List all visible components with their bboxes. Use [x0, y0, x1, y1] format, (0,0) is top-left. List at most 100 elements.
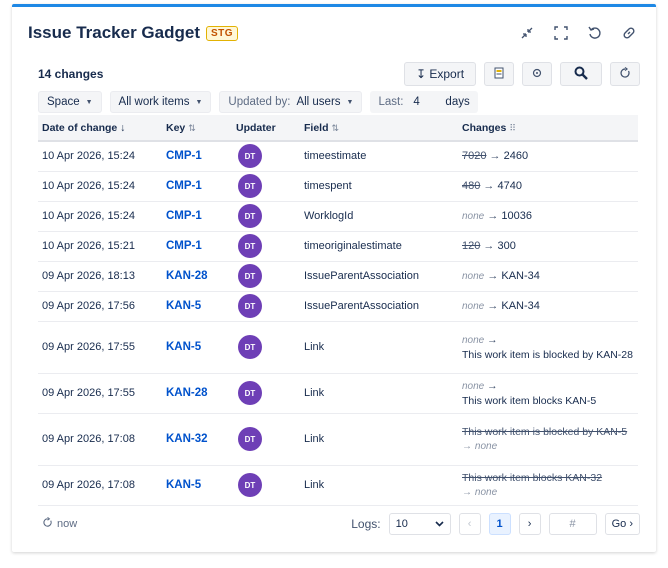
change-block: This work item blocks KAN-32 → none — [462, 471, 634, 500]
undo-icon[interactable] — [584, 22, 606, 44]
date-cell: 09 Apr 2026, 17:08 — [38, 413, 162, 466]
date-header-label: Date of change ↓ — [42, 121, 126, 134]
gadget-header: Issue Tracker Gadget STG — [28, 19, 640, 47]
updater-cell: DT — [232, 261, 300, 292]
export-button[interactable]: ↧ Export — [404, 62, 476, 86]
go-button[interactable]: Go › — [604, 513, 640, 535]
days-input[interactable] — [409, 93, 440, 111]
last-days-filter: Last: days — [370, 91, 478, 113]
page-1-button[interactable]: 1 — [488, 513, 511, 535]
date-cell: 09 Apr 2026, 17:56 — [38, 291, 162, 322]
date-cell: 09 Apr 2026, 17:55 — [38, 321, 162, 374]
logs-per-page-select[interactable]: 10 — [388, 513, 451, 535]
table-row: 09 Apr 2026, 17:08 KAN-32 DT Link This w… — [38, 413, 638, 466]
table-row: 10 Apr 2026, 15:24 CMP-1 DT timeestimate… — [38, 141, 638, 172]
chevron-down-icon: ▼ — [195, 98, 203, 106]
space-filter[interactable]: Space ▼ — [38, 91, 102, 113]
issue-key-link[interactable]: KAN-5 — [166, 479, 201, 491]
avatar[interactable]: DT — [238, 234, 262, 258]
change-count: 14 changes — [38, 67, 104, 81]
date-cell: 09 Apr 2026, 18:13 — [38, 261, 162, 292]
issue-key-link[interactable]: KAN-28 — [166, 387, 208, 399]
changes-column-header: Changes ⠿ — [458, 115, 638, 142]
date-cell: 10 Apr 2026, 15:24 — [38, 171, 162, 202]
field-column-header[interactable]: Field ⇅ — [300, 115, 458, 142]
last-refresh[interactable]: now — [42, 517, 77, 531]
arrow-icon: → — [462, 440, 472, 452]
refresh-icon — [619, 66, 631, 82]
issue-key-link[interactable]: KAN-28 — [166, 270, 208, 282]
old-value: This work item is blocked by KAN-5 — [462, 425, 628, 438]
pager: Logs: 10 ‹ 1 › # Go › — [351, 513, 640, 535]
changes-cell: none → KAN-34 — [458, 261, 638, 292]
issue-key-link[interactable]: CMP-1 — [166, 210, 202, 222]
settings-button[interactable] — [522, 62, 552, 86]
collapse-icon[interactable] — [516, 22, 538, 44]
fullscreen-icon[interactable] — [550, 22, 572, 44]
prev-page-button[interactable]: ‹ — [458, 513, 481, 535]
issue-key-link[interactable]: KAN-32 — [166, 433, 208, 445]
table-row: 09 Apr 2026, 17:55 KAN-5 DT Link none → … — [38, 321, 638, 374]
new-value: This work item blocks KAN-5 — [462, 394, 597, 407]
environment-badge: STG — [205, 25, 239, 41]
avatar[interactable]: DT — [238, 473, 262, 497]
avatar[interactable]: DT — [238, 174, 262, 198]
document-button[interactable] — [484, 62, 514, 86]
key-cell: KAN-5 — [162, 465, 232, 506]
updater-cell: DT — [232, 465, 300, 506]
key-cell: CMP-1 — [162, 141, 232, 172]
work-items-filter-label: All work items — [118, 96, 190, 108]
field-cell: timespent — [300, 171, 458, 202]
avatar[interactable]: DT — [238, 144, 262, 169]
logs-label: Logs: — [351, 517, 381, 531]
none-value: none — [462, 271, 485, 282]
old-value: 480 — [462, 180, 481, 192]
updater-cell: DT — [232, 321, 300, 374]
page-number-label: 1 — [496, 518, 503, 530]
updater-header-label: Updater — [236, 121, 276, 134]
date-cell: 10 Apr 2026, 15:21 — [38, 231, 162, 262]
new-value: 4740 — [497, 180, 522, 192]
next-page-button[interactable]: › — [518, 513, 541, 535]
search-icon — [574, 66, 588, 83]
space-filter-label: Space — [47, 96, 80, 108]
field-cell: timeestimate — [300, 141, 458, 172]
link-icon[interactable] — [618, 22, 640, 44]
page-number-input[interactable]: # — [548, 513, 597, 535]
key-column-header[interactable]: Key ⇅ — [162, 115, 232, 142]
chevron-down-icon: ▼ — [85, 98, 93, 106]
issue-key-link[interactable]: CMP-1 — [166, 180, 202, 192]
key-cell: CMP-1 — [162, 201, 232, 232]
reload-button[interactable] — [610, 62, 640, 86]
avatar[interactable]: DT — [238, 264, 262, 288]
changes-cell: This work item is blocked by KAN-5 → non… — [458, 413, 638, 466]
issue-key-link[interactable]: CMP-1 — [166, 240, 202, 252]
changes-cell: none → This work item blocks KAN-5 — [458, 373, 638, 414]
avatar[interactable]: DT — [238, 294, 262, 318]
issue-key-link[interactable]: CMP-1 — [166, 150, 202, 162]
avatar[interactable]: DT — [238, 427, 262, 451]
arrow-icon: → — [487, 210, 499, 222]
change-block: none → This work item is blocked by KAN-… — [462, 333, 634, 362]
old-value: 120 — [462, 240, 481, 252]
key-cell: KAN-28 — [162, 261, 232, 292]
key-cell: CMP-1 — [162, 171, 232, 202]
updated-by-filter[interactable]: Updated by: All users ▼ — [219, 91, 363, 113]
date-cell: 10 Apr 2026, 15:24 — [38, 201, 162, 232]
refresh-icon — [42, 517, 53, 531]
work-items-filter[interactable]: All work items ▼ — [109, 91, 212, 113]
toolbar-actions: ↧ Export — [404, 62, 640, 86]
issue-key-link[interactable]: KAN-5 — [166, 341, 201, 353]
none-value: none — [474, 440, 498, 452]
date-cell: 10 Apr 2026, 15:24 — [38, 141, 162, 172]
avatar[interactable]: DT — [238, 381, 262, 405]
search-button[interactable] — [560, 62, 602, 86]
new-value: KAN-34 — [501, 300, 540, 312]
table-row: 09 Apr 2026, 18:13 KAN-28 DT IssueParent… — [38, 261, 638, 292]
avatar[interactable]: DT — [238, 204, 262, 228]
updater-cell: DT — [232, 373, 300, 414]
issue-key-link[interactable]: KAN-5 — [166, 300, 201, 312]
field-cell: Link — [300, 413, 458, 466]
date-column-header[interactable]: Date of change ↓ — [38, 115, 162, 142]
avatar[interactable]: DT — [238, 335, 262, 359]
